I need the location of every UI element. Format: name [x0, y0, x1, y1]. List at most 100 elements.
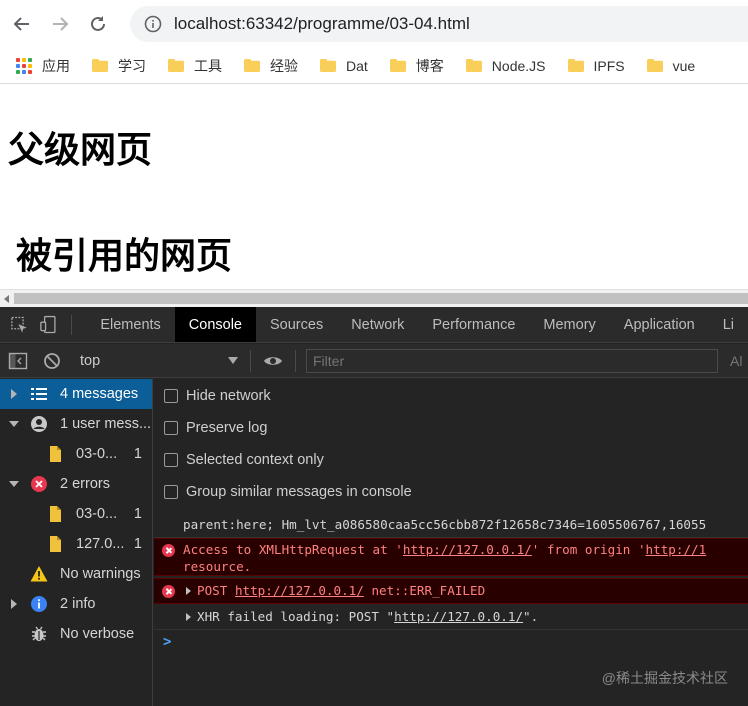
sidebar-item[interactable]: 4 messages — [0, 379, 152, 409]
expand-triangle-icon[interactable] — [186, 613, 191, 621]
sidebar-item-count: 1 — [133, 506, 142, 522]
console-option[interactable]: Group similar messages in console — [154, 476, 748, 508]
clear-console-icon[interactable] — [42, 351, 62, 371]
sidebar-item-label: No warnings — [60, 566, 141, 582]
log-text: resource. — [183, 559, 252, 574]
horizontal-scrollbar[interactable] — [0, 289, 748, 307]
console-filter-input[interactable] — [306, 348, 718, 373]
console-prompt-row[interactable]: > — [154, 630, 748, 656]
back-arrow-icon — [13, 17, 29, 31]
folder-icon — [244, 59, 260, 72]
log-levels-dropdown[interactable]: Al — [730, 353, 742, 369]
toolbar-divider — [295, 349, 296, 372]
console-messages: Hide network Preserve log Selected context… — [154, 379, 748, 706]
bookmark-folder[interactable]: vue — [646, 57, 696, 74]
console-option[interactable]: Selected context only — [154, 444, 748, 476]
log-link[interactable]: http://127.0.0.1/ — [394, 609, 523, 624]
devtools-tab-bar: Elements Console Sources Network Performance… — [0, 307, 748, 343]
scroll-left-icon[interactable] — [4, 295, 9, 303]
checkbox[interactable] — [164, 453, 178, 467]
tab-console[interactable]: Console — [174, 307, 256, 342]
sidebar-item[interactable]: 2 info — [0, 589, 152, 619]
bookmark-folder[interactable]: 博客 — [389, 56, 444, 76]
folder-icon — [567, 59, 584, 72]
collapsed-triangle-icon[interactable] — [11, 389, 17, 399]
sidebar-item[interactable]: 1 user mess... — [0, 409, 152, 439]
log-link[interactable]: http://127.0.0.1/ — [403, 542, 532, 557]
tab-network[interactable]: Network — [337, 307, 418, 342]
log-link[interactable]: http://127.0.0.1/ — [235, 583, 364, 598]
log-text: Access to XMLHttpRequest at ' — [183, 542, 403, 557]
forward-arrow-icon — [53, 17, 69, 31]
log-text: ' from origin ' — [531, 542, 646, 557]
console-option[interactable]: Hide network — [154, 380, 748, 412]
tab-memory[interactable]: Memory — [529, 307, 609, 342]
sidebar-item[interactable]: 127.0... 1 — [0, 529, 152, 559]
tab-sources[interactable]: Sources — [256, 307, 337, 342]
log-message-parent: parent:here; Hm_lvt_a086580caa5cc56cbb87… — [154, 512, 748, 538]
site-info-icon[interactable] — [144, 15, 162, 33]
bookmark-folder[interactable]: Node.JS — [465, 57, 546, 74]
log-link[interactable]: http://1 — [646, 542, 707, 557]
context-selector[interactable]: top — [80, 353, 238, 369]
bookmark-folder[interactable]: Dat — [320, 58, 368, 74]
show-sidebar-icon[interactable] — [8, 351, 28, 371]
sidebar-item-label: 1 user mess... — [60, 416, 152, 432]
url-bar[interactable]: localhost:63342/programme/03-04.html — [130, 6, 748, 42]
folder-icon — [92, 59, 108, 72]
reload-button[interactable] — [84, 10, 112, 38]
folder-icon — [646, 59, 663, 72]
url-text: localhost:63342/programme/03-04.html — [174, 14, 470, 33]
checkbox[interactable] — [164, 421, 178, 435]
folder-icon — [389, 59, 406, 72]
console-option[interactable]: Preserve log — [154, 412, 748, 444]
checkbox[interactable] — [164, 389, 178, 403]
log-text: parent:here; Hm_lvt_a086580caa5cc56cbb87… — [183, 517, 707, 532]
toolbar-divider — [250, 349, 251, 372]
bookmark-label: 经验 — [270, 57, 298, 74]
expanded-triangle-icon[interactable] — [9, 421, 19, 427]
sidebar-item-label: 2 info — [60, 596, 96, 612]
inspect-element-icon[interactable] — [10, 315, 29, 335]
console-prompt[interactable]: > — [163, 634, 171, 650]
bookmark-label: vue — [672, 57, 696, 74]
scrollbar-thumb[interactable] — [14, 293, 748, 304]
forward-button[interactable] — [46, 10, 74, 38]
checkbox[interactable] — [164, 485, 178, 499]
bookmark-label: 博客 — [415, 57, 444, 74]
log-error-post[interactable]: POST http://127.0.0.1/ net::ERR_FAILED — [154, 578, 748, 604]
back-button[interactable] — [8, 10, 36, 38]
log-text: POST — [197, 583, 228, 598]
log-text: XHR failed loading: POST " — [197, 609, 395, 624]
bookmark-folder[interactable]: 工具 — [168, 56, 222, 76]
sidebar-item[interactable]: 03-0... 1 — [0, 499, 152, 529]
log-text: ". — [523, 609, 539, 624]
warning-icon — [30, 565, 48, 583]
live-expression-eye-icon[interactable] — [263, 351, 283, 371]
bookmark-label: Node.JS — [491, 57, 546, 74]
tab-performance[interactable]: Performance — [418, 307, 529, 342]
sidebar-item-count: 1 — [133, 536, 142, 552]
sidebar-item[interactable]: No warnings — [0, 559, 152, 589]
tab-application[interactable]: Application — [610, 307, 709, 342]
sidebar-item-label: 127.0... — [76, 536, 125, 552]
expand-triangle-icon[interactable] — [186, 587, 191, 595]
device-toolbar-icon[interactable] — [39, 315, 58, 335]
devtools-panel: Elements Console Sources Network Performance… — [0, 307, 748, 706]
sidebar-item[interactable]: No verbose — [0, 619, 152, 649]
log-message-xhr[interactable]: XHR failed loading: POST "http://127.0.0… — [154, 604, 748, 630]
tab-li[interactable]: Li — [709, 307, 748, 342]
bookmark-label: 工具 — [194, 57, 222, 74]
file-icon — [46, 535, 64, 553]
expanded-triangle-icon[interactable] — [9, 481, 19, 487]
bookmark-apps[interactable]: 应用 — [16, 56, 70, 76]
bookmark-folder[interactable]: IPFS — [567, 58, 625, 74]
sidebar-item[interactable]: 03-0... 1 — [0, 439, 152, 469]
sidebar-item-label: 03-0... — [76, 446, 118, 462]
collapsed-triangle-icon[interactable] — [11, 599, 17, 609]
reload-icon — [91, 16, 105, 31]
bookmark-folder[interactable]: 经验 — [244, 56, 298, 76]
sidebar-item[interactable]: 2 errors — [0, 469, 152, 499]
bookmark-folder[interactable]: 学习 — [92, 56, 146, 76]
tab-elements[interactable]: Elements — [86, 307, 174, 342]
